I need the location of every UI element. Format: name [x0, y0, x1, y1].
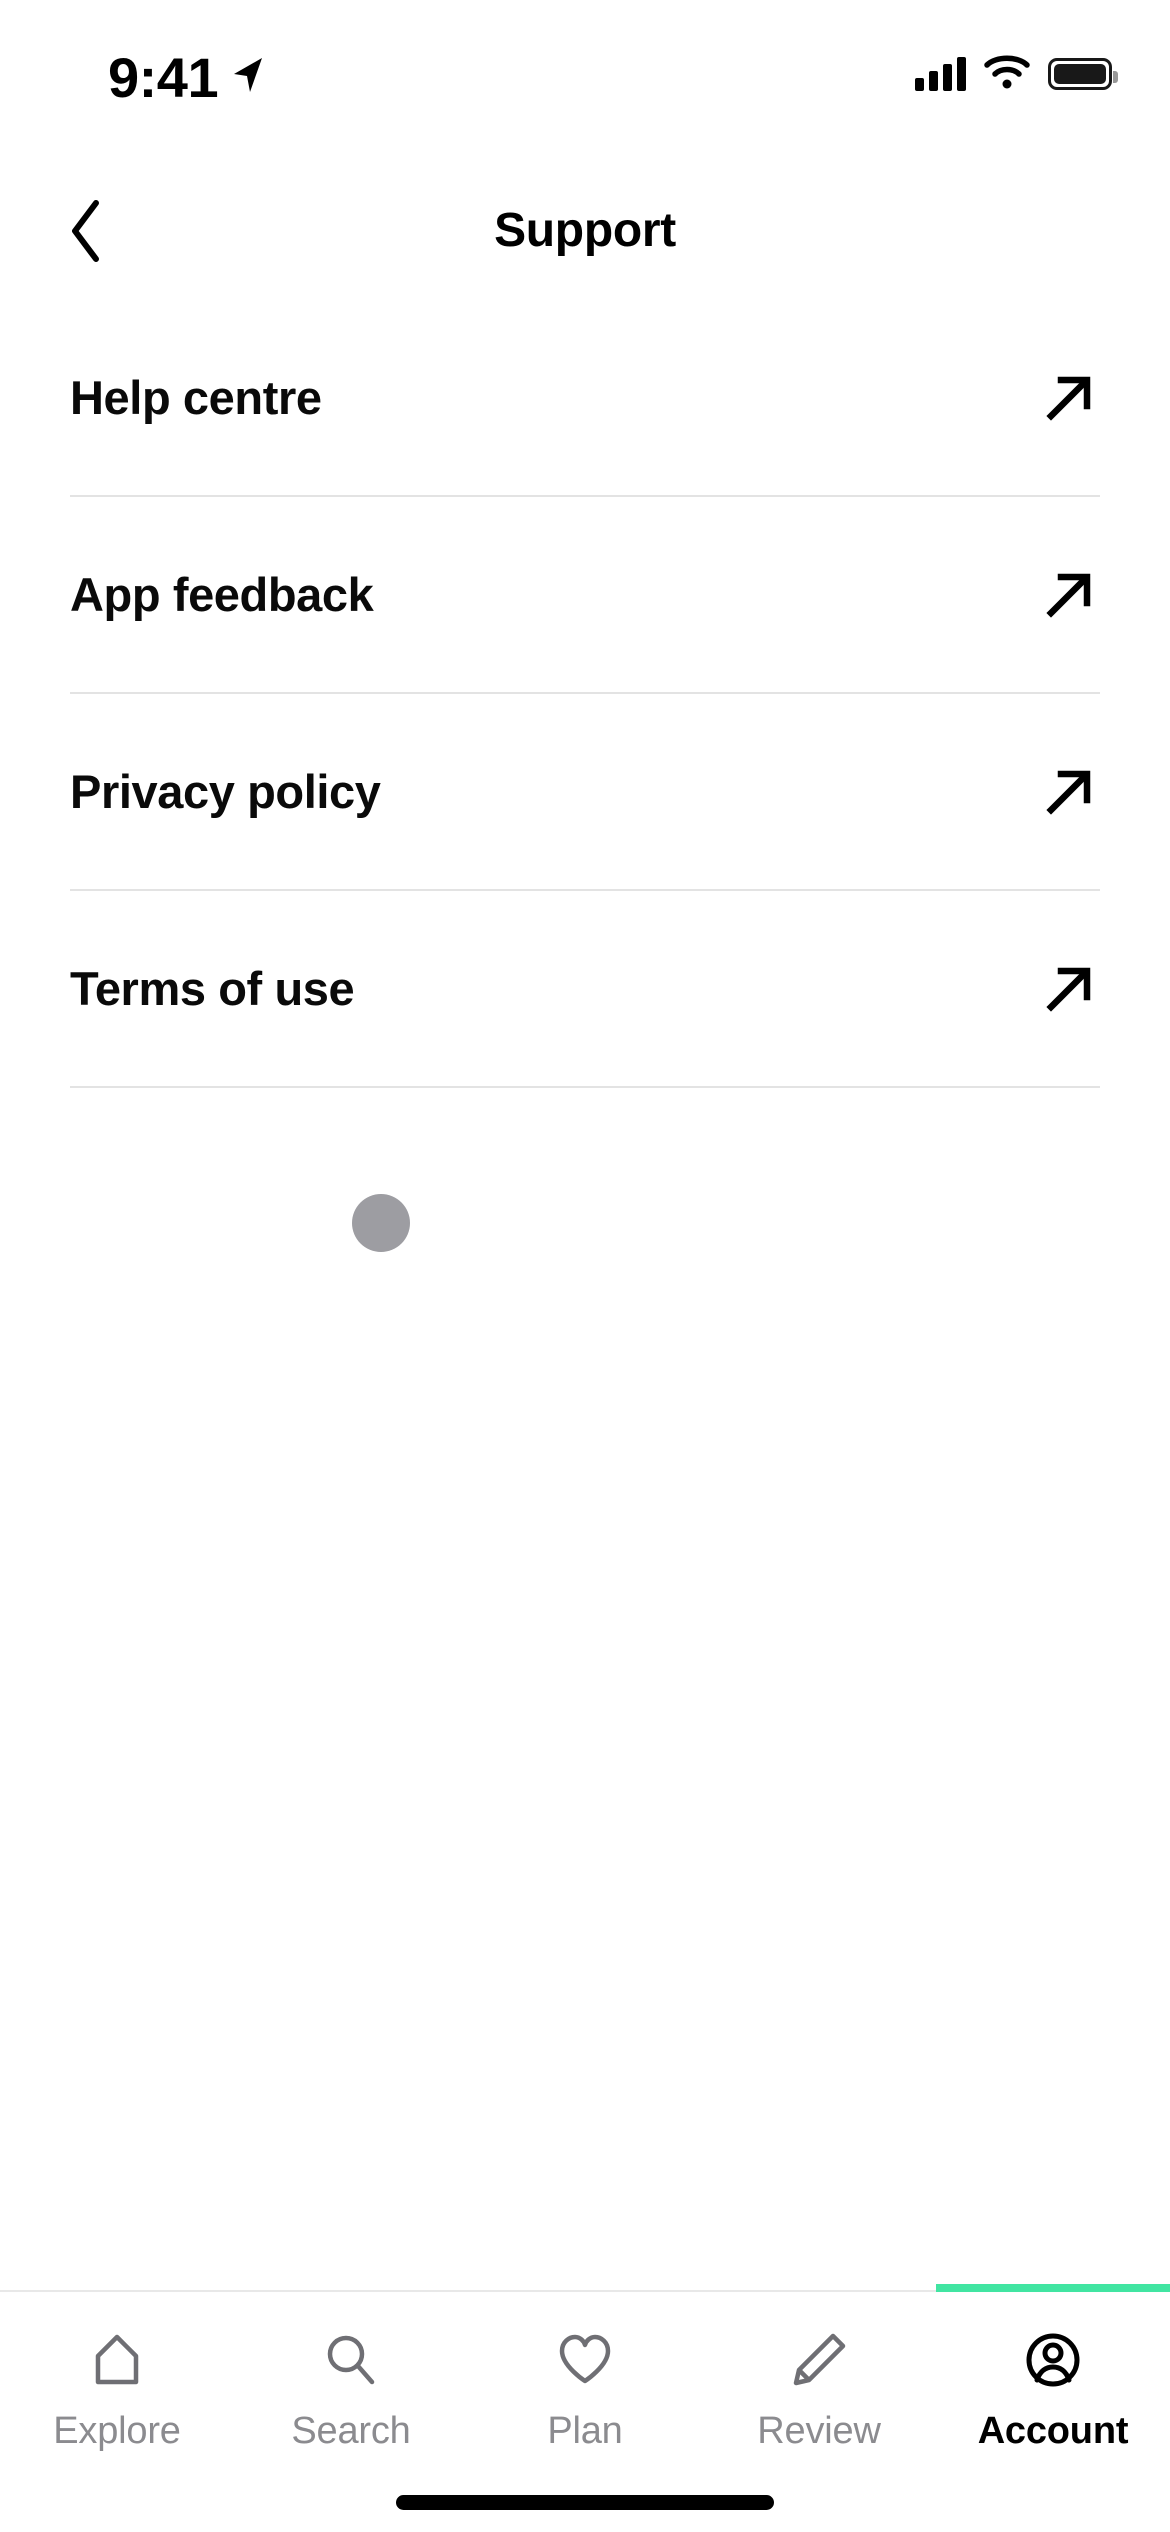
- list-item[interactable]: Privacy policy: [0, 694, 1170, 889]
- support-links-list: Help centre App feedback Privacy policy: [0, 300, 1170, 1088]
- status-bar-indicators: [915, 50, 1118, 98]
- tab-label: Review: [757, 2410, 881, 2452]
- account-circle-icon: [1017, 2324, 1089, 2396]
- cellular-signal-icon: [915, 57, 966, 91]
- tab-search[interactable]: Search: [234, 2292, 468, 2472]
- tab-label: Plan: [547, 2410, 623, 2452]
- tab-label: Search: [291, 2410, 411, 2452]
- tab-account[interactable]: Account: [936, 2284, 1170, 2472]
- location-arrow-icon: [228, 52, 268, 96]
- home-indicator[interactable]: [396, 2495, 774, 2510]
- tab-active-indicator: [936, 2284, 1170, 2292]
- tab-plan[interactable]: Plan: [468, 2292, 702, 2472]
- external-link-arrow-icon: [1038, 761, 1100, 823]
- external-link-arrow-icon: [1038, 367, 1100, 429]
- loading-dot: [352, 1194, 410, 1252]
- navigation-bar: Support: [0, 170, 1170, 290]
- pencil-icon: [783, 2324, 855, 2396]
- tab-label: Account: [977, 2410, 1129, 2452]
- page-title: Support: [494, 203, 676, 257]
- app-screen: 9:41 Support Help centre App feedback Pr…: [0, 0, 1170, 2532]
- list-item[interactable]: App feedback: [0, 497, 1170, 692]
- external-link-arrow-icon: [1038, 564, 1100, 626]
- status-bar-time: 9:41: [108, 46, 219, 109]
- status-bar: 9:41: [0, 0, 1170, 160]
- list-item-label: Privacy policy: [70, 765, 381, 818]
- list-divider: [70, 1086, 1100, 1088]
- list-item[interactable]: Help centre: [0, 300, 1170, 495]
- home-icon: [81, 2324, 153, 2396]
- list-item-label: Terms of use: [70, 962, 355, 1015]
- wifi-icon: [984, 55, 1030, 94]
- heart-icon: [549, 2324, 621, 2396]
- tab-label: Explore: [53, 2410, 181, 2452]
- tab-explore[interactable]: Explore: [0, 2292, 234, 2472]
- list-item-label: Help centre: [70, 371, 322, 424]
- tab-review[interactable]: Review: [702, 2292, 936, 2472]
- list-item-label: App feedback: [70, 568, 374, 621]
- external-link-arrow-icon: [1038, 958, 1100, 1020]
- bottom-tab-bar: Explore Search Plan Review Account: [0, 2284, 1170, 2532]
- battery-full-icon: [1048, 58, 1118, 90]
- list-item[interactable]: Terms of use: [0, 891, 1170, 1086]
- search-icon: [315, 2324, 387, 2396]
